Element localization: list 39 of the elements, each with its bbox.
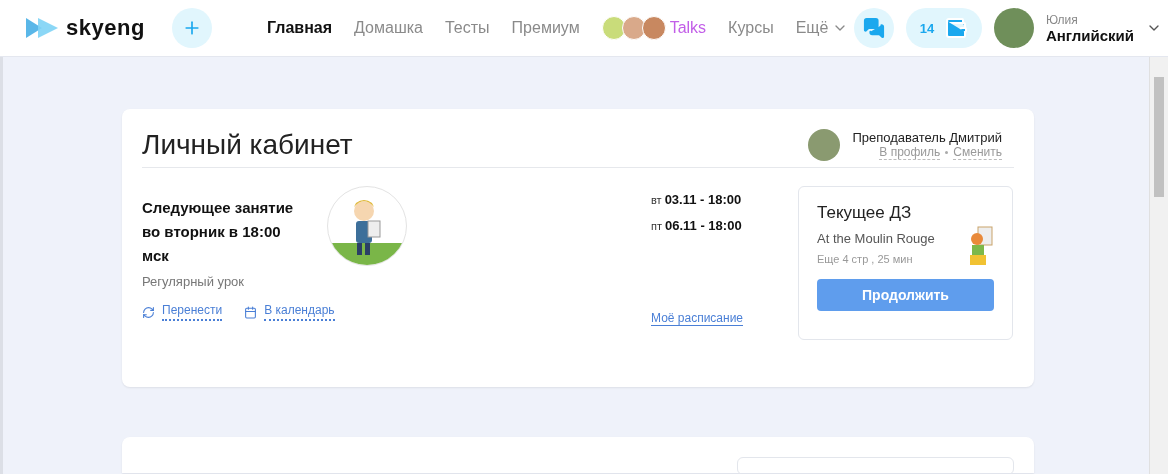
course-name[interactable]: Английский xyxy=(1045,26,1134,44)
wallet-button[interactable]: 14 xyxy=(905,8,982,48)
nav-link[interactable]: Домашка xyxy=(354,19,423,37)
avatars-drawing xyxy=(601,16,666,40)
painter-drawing xyxy=(968,225,994,267)
teacher-avatar xyxy=(808,129,841,161)
teacher-name: Преподаватель Дмитрий xyxy=(852,130,1002,145)
logo-icon xyxy=(26,17,60,39)
homework-title: Текущее ДЗ xyxy=(817,203,913,223)
lesson-action-link[interactable]: Перенести xyxy=(142,303,223,321)
chat-bubbles-icon xyxy=(862,17,885,39)
page-title: Личный кабинет xyxy=(142,129,353,161)
scrollbar[interactable] xyxy=(1149,57,1168,474)
homework-lesson: At the Moulin Rouge xyxy=(817,231,935,246)
nav-link[interactable]: Talks xyxy=(601,16,707,40)
homework-remaining: Еще 4 стр , 25 мин xyxy=(817,253,914,265)
lesson-type: Регулярный урок xyxy=(142,274,246,289)
wallet-icon xyxy=(944,16,969,40)
continue-button[interactable]: Продолжить xyxy=(817,279,994,311)
teacher-link[interactable]: В профиль xyxy=(879,145,941,160)
nav-link[interactable]: Курсы xyxy=(728,19,774,37)
add-button[interactable] xyxy=(172,8,212,48)
schedule-entry: пт 06.11 - 18:00 xyxy=(651,218,743,233)
logo-text[interactable]: skyeng xyxy=(66,15,145,41)
separator-dot xyxy=(945,151,949,154)
nav-link[interactable]: Главная xyxy=(267,19,333,37)
next-lesson-title: Следующее занятие во вторник в 18:00 мск xyxy=(142,198,295,266)
teacher-link[interactable]: Сменить xyxy=(953,145,1002,160)
user-avatar[interactable] xyxy=(993,8,1034,48)
lesson-action-link[interactable]: В календарь xyxy=(244,303,335,321)
nav-link[interactable]: Тесты xyxy=(445,19,490,37)
nav-link[interactable]: Ещё xyxy=(795,19,849,37)
nav-link[interactable]: Премиум xyxy=(511,19,580,37)
schedule-link[interactable]: Моё расписание xyxy=(651,311,744,326)
user-name: Юлия xyxy=(1045,12,1079,27)
refresh-icon xyxy=(142,305,155,319)
calendar-icon xyxy=(244,305,258,319)
chat-button[interactable] xyxy=(853,8,894,48)
schedule-entry: вт 03.11 - 18:00 xyxy=(651,192,743,207)
